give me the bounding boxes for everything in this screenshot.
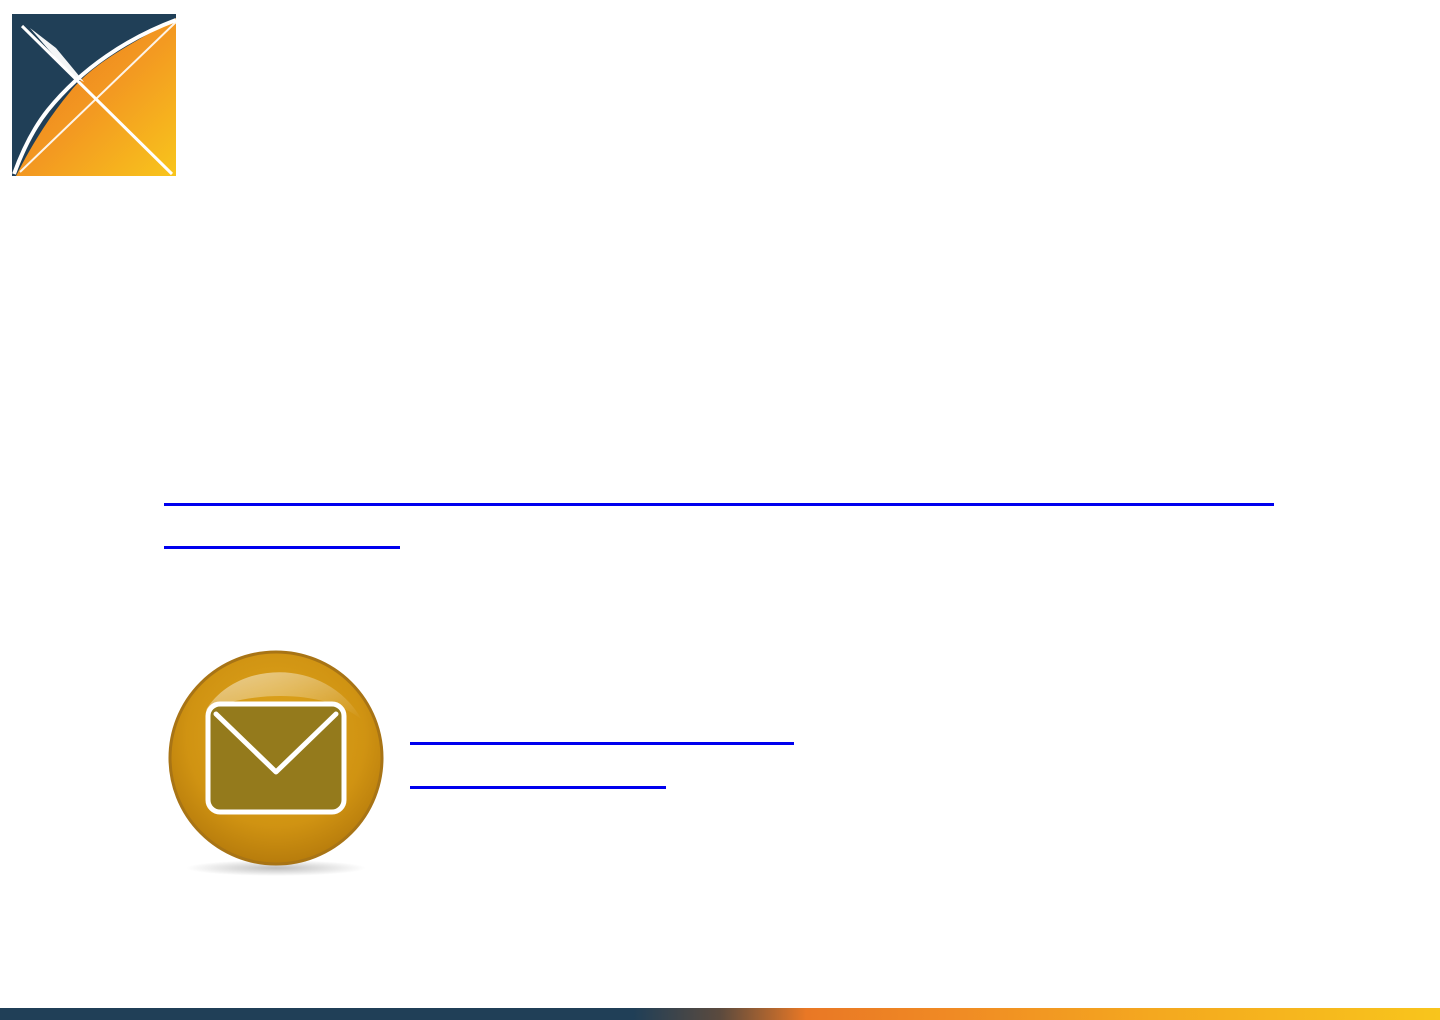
contact-link-underline-1 <box>410 742 794 745</box>
x-logo-icon <box>12 14 176 176</box>
contact-link[interactable] <box>410 712 800 796</box>
main-link[interactable] <box>164 470 1274 552</box>
mail-icon[interactable] <box>166 650 386 878</box>
mail-icon-graphic <box>168 650 384 876</box>
logo-graphic <box>12 14 176 176</box>
contact-link-underline-2 <box>410 786 666 789</box>
main-link-underline-1 <box>164 503 1274 506</box>
main-link-underline-2 <box>164 546 400 549</box>
envelope-body <box>205 701 347 815</box>
footer-bar <box>0 1008 1440 1020</box>
